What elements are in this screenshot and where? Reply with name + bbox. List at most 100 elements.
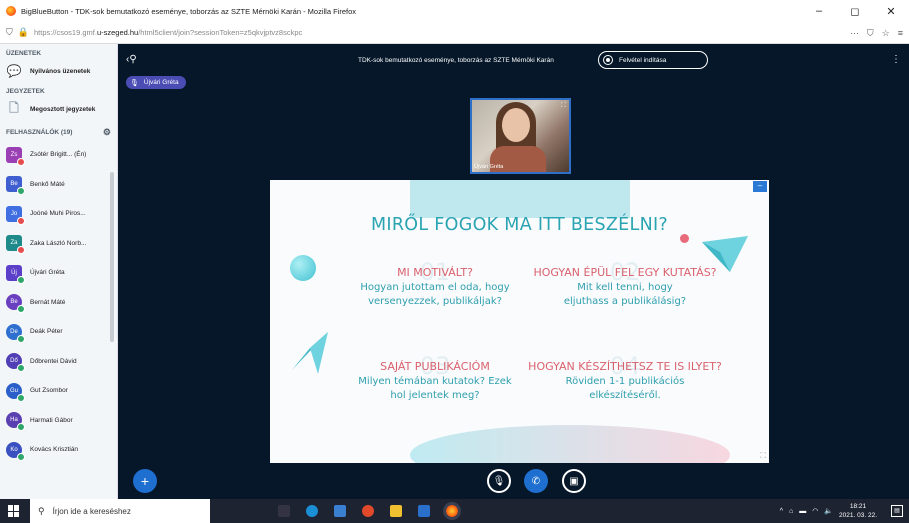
gear-icon[interactable]: ⚙ <box>103 127 111 138</box>
file-explorer-icon[interactable] <box>390 505 402 517</box>
minimize-icon[interactable]: – <box>801 0 837 22</box>
bookmark-star-icon[interactable]: ☆ <box>882 28 890 39</box>
battery-icon[interactable]: ▬ <box>799 508 806 515</box>
presenter-badge[interactable]: 🎙 Újvári Gréta <box>126 76 186 89</box>
notification-icon[interactable]: ▤ <box>891 505 903 517</box>
slide-decoration-wave <box>410 425 730 463</box>
wifi-icon[interactable]: ◠ <box>812 507 818 515</box>
note-icon: 🗋 <box>9 100 19 115</box>
microphone-icon: 🎙 <box>130 79 139 87</box>
user-list-item[interactable]: Zs Zsótér Brigitt... (Én) <box>0 140 117 170</box>
address-bar[interactable]: ⛉ 🔒 https://csos19.gmf.u-szeged.hu/html5… <box>0 22 909 44</box>
user-name: Benkő Máté <box>30 180 65 188</box>
user-list-item[interactable]: Új Újvári Gréta <box>0 258 117 288</box>
maximize-icon[interactable]: ◻ <box>837 0 873 22</box>
user-name: Dőbrentei Dávid <box>30 357 77 365</box>
slide-decoration-bar <box>410 180 630 218</box>
tray-chevron-icon[interactable]: ^ <box>780 508 783 515</box>
shared-notes-item[interactable]: 🗋 Megosztott jegyzetek <box>0 98 117 120</box>
windows-taskbar: ⚲ Írjon ide a kereséshez ^ ⌂ ▬ ◠ 🔈 18:21… <box>0 499 909 523</box>
avatar: Dő <box>6 353 25 373</box>
user-list-item[interactable]: Za Zaka László Norb... <box>0 229 117 259</box>
user-name: Bernát Máté <box>30 298 66 306</box>
lock-icon[interactable]: 🔒 <box>18 27 29 38</box>
user-list-item[interactable]: Be Bernát Máté <box>0 288 117 318</box>
url-text[interactable]: https://csos19.gmf.u-szeged.hu/html5clie… <box>34 28 302 37</box>
user-name: Gut Zsombor <box>30 387 68 395</box>
webcam-face <box>502 108 530 142</box>
user-list-item[interactable]: Dő Dőbrentei Dávid <box>0 347 117 377</box>
status-indicator-icon <box>17 364 25 373</box>
firefox-logo-icon <box>6 6 16 16</box>
user-name: Deák Péter <box>30 328 63 336</box>
taskbar-clock[interactable]: 18:21 2021. 03. 22. <box>839 502 877 520</box>
user-list-item[interactable]: Ko Kovács Krisztián <box>0 435 117 465</box>
audio-phone-button[interactable]: ✆ <box>524 469 548 493</box>
avatar: Be <box>6 294 25 314</box>
slide-heading: MIRŐL FOGOK MA ITT BESZÉLNI? <box>370 215 669 235</box>
menu-icon[interactable]: ≡ <box>898 28 903 38</box>
status-indicator-icon <box>17 157 25 166</box>
store-icon[interactable] <box>334 505 346 517</box>
webcam-video[interactable]: ⛶ Újvári Gréta <box>470 98 571 174</box>
options-menu-icon[interactable]: ⋮ <box>891 54 901 65</box>
avatar-initials: Ha <box>10 417 18 424</box>
shield-icon[interactable]: ⛉ <box>6 27 13 38</box>
topic-text: Röviden 1-1 publikációs elkészítéséről. <box>565 376 685 401</box>
user-name: Zsótér Brigitt... (Én) <box>30 151 87 159</box>
avatar: Ha <box>6 412 25 432</box>
edge-browser-icon[interactable] <box>306 505 318 517</box>
avatar-initials: Gu <box>9 387 18 394</box>
network-icon[interactable]: ⌂ <box>789 508 793 515</box>
public-chat-item[interactable]: 💬 Nyilvános üzenetek <box>0 60 117 82</box>
slide-topic-2: 02 HOGYAN ÉPÜL FEL EGY KUTATÁS? Mit kell… <box>505 258 745 309</box>
task-view-icon[interactable] <box>278 505 290 517</box>
user-name: Harmati Gábor <box>30 416 73 424</box>
record-button[interactable]: Felvétel indítása <box>598 51 708 69</box>
status-indicator-icon <box>17 216 25 225</box>
avatar-initials: Jo <box>10 210 18 217</box>
user-list-item[interactable]: Jo Joóné Muhi Piros... <box>0 199 117 229</box>
user-list-item[interactable]: Ha Harmati Gábor <box>0 406 117 436</box>
page-actions-icon[interactable]: ··· <box>850 28 859 38</box>
word-icon[interactable] <box>418 505 430 517</box>
fullscreen-icon[interactable]: ⛶ <box>561 102 566 110</box>
status-indicator-icon <box>17 334 25 343</box>
topic-title: HOGYAN KÉSZÍTHETSZ TE IS ILYET? <box>528 360 722 373</box>
status-indicator-icon <box>17 275 25 284</box>
presenter-name: Újvári Gréta <box>143 79 179 86</box>
avatar-initials: Be <box>10 181 18 188</box>
user-list-item[interactable]: Be Benkő Máté <box>0 170 117 200</box>
toggle-sidebar-icon[interactable]: ‹⚲ <box>126 54 137 65</box>
messages-section-title: ÜZENETEK <box>6 50 42 57</box>
windows-start-icon[interactable] <box>8 505 20 517</box>
close-icon[interactable]: ✕ <box>873 0 909 22</box>
share-camera-button[interactable]: ▣ <box>562 469 586 493</box>
search-icon: ⚲ <box>38 505 45 516</box>
app-icon[interactable] <box>362 505 374 517</box>
taskbar-search[interactable]: ⚲ Írjon ide a kereséshez <box>30 499 210 523</box>
pocket-icon[interactable]: ⛉ <box>867 28 874 39</box>
user-name: Kovács Krisztián <box>30 446 79 454</box>
avatar-initials: Za <box>10 240 18 247</box>
user-list-item[interactable]: De Deák Péter <box>0 317 117 347</box>
volume-icon[interactable]: 🔈 <box>824 507 833 515</box>
mute-microphone-button[interactable]: 🎙 <box>487 469 511 493</box>
user-name: Zaka László Norb... <box>30 239 87 247</box>
status-indicator-icon <box>17 187 25 196</box>
user-list-scrollbar[interactable] <box>110 172 114 342</box>
minimize-presentation-button[interactable]: – <box>753 181 767 192</box>
record-label: Felvétel indítása <box>619 56 667 64</box>
public-chat-label: Nyilvános üzenetek <box>30 67 91 75</box>
users-header: FELHASZNÁLÓK (19) ⚙ <box>0 124 117 140</box>
actions-plus-button[interactable]: + <box>133 469 157 493</box>
topic-title: HOGYAN ÉPÜL FEL EGY KUTATÁS? <box>533 266 717 279</box>
fullscreen-icon[interactable]: ⛶ <box>760 451 766 461</box>
chat-bubble-icon: 💬 <box>6 64 22 78</box>
firefox-taskbar-icon[interactable] <box>443 502 461 520</box>
status-indicator-icon <box>17 305 25 314</box>
browser-titlebar: BigBlueButton - TDK-sok bemutatkozó esem… <box>0 0 909 22</box>
avatar-initials: Ko <box>10 446 18 453</box>
slide-topic-4: 04 HOGYAN KÉSZÍTHETSZ TE IS ILYET? Rövid… <box>505 352 745 403</box>
user-list-item[interactable]: Gu Gut Zsombor <box>0 376 117 406</box>
